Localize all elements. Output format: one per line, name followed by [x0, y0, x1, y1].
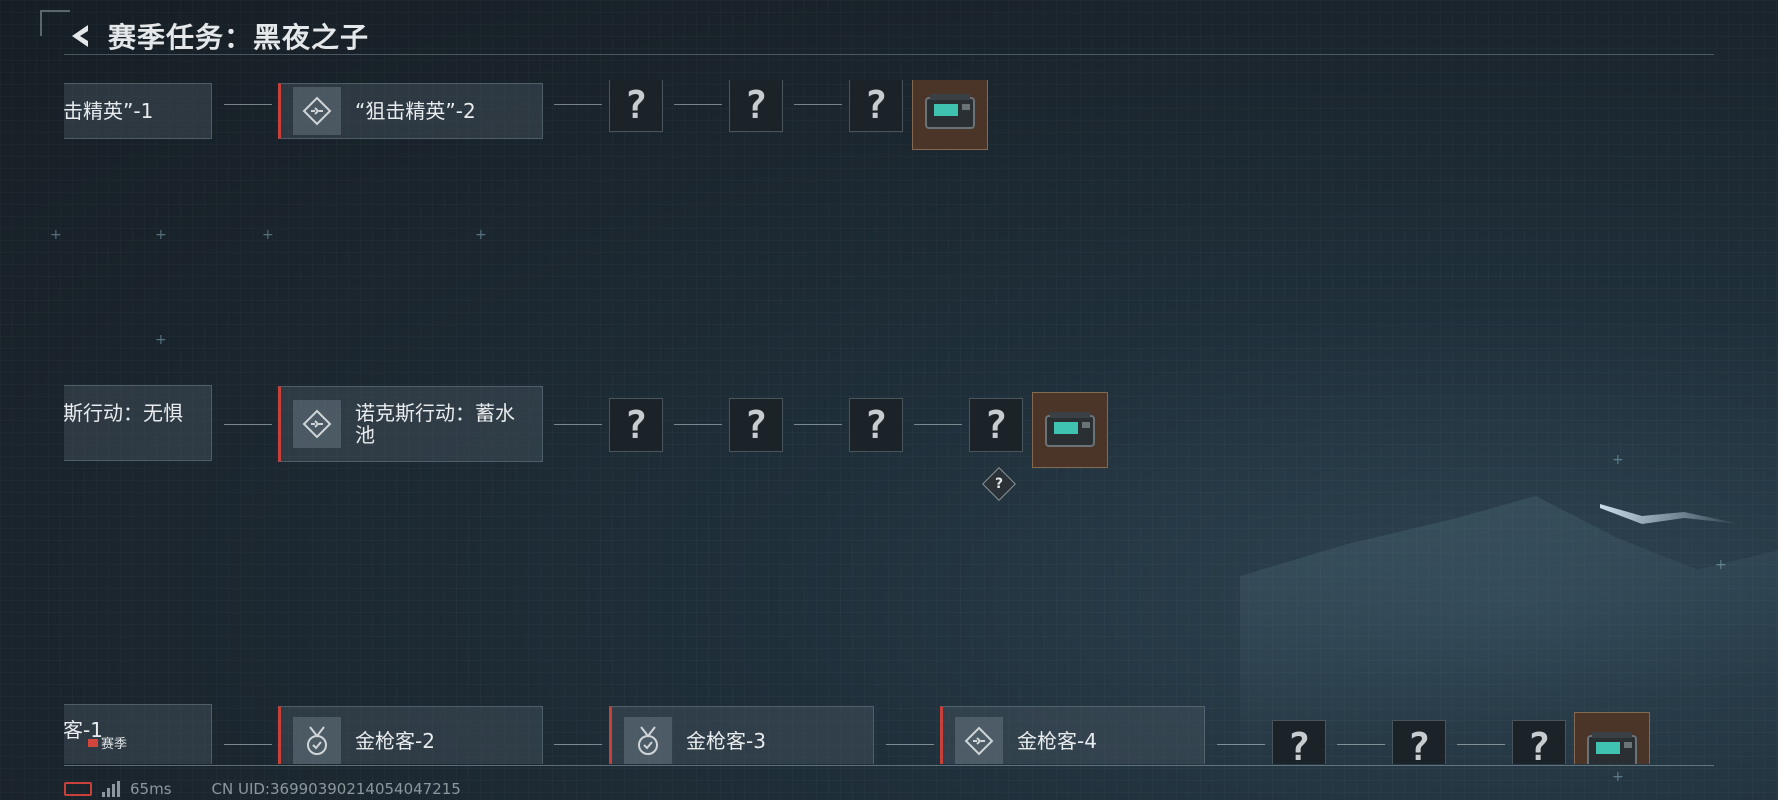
unknown-task-node[interactable]: ? [1392, 720, 1446, 764]
task-card-gunslinger-1[interactable]: 客-1 [64, 704, 212, 764]
task-card-sniper-2[interactable]: “狙击精英”-2 [278, 83, 543, 139]
task-card-sniper-1[interactable]: 击精英”-1 [64, 83, 212, 139]
task-card-nox-reservoir[interactable]: 诺克斯行动：蓄水池 [278, 386, 543, 462]
connector-line [554, 104, 602, 105]
task-card-nox-fearless[interactable]: 斯行动：无惧 [64, 385, 212, 461]
uid-text: CN UID:36990390214054047215 [211, 780, 461, 798]
decor-plus: + [50, 227, 62, 243]
task-label: 斯行动：无惧 [64, 401, 183, 425]
diamond-arrows-icon [955, 717, 1003, 764]
ping-text: 65ms [130, 780, 172, 798]
task-label: 金枪客-4 [1017, 729, 1097, 753]
connector-line [1457, 744, 1505, 745]
status-bar: 65ms CN UID:36990390214054047215 [64, 780, 461, 798]
decor-plus: + [1715, 557, 1727, 573]
medal-icon [293, 717, 341, 764]
connector-line [886, 744, 934, 745]
unknown-task-node[interactable]: ? [969, 398, 1023, 452]
diamond-arrows-icon [293, 87, 341, 135]
page-title: 赛季任务：黑夜之子 [108, 21, 370, 54]
back-button[interactable] [64, 19, 98, 53]
medal-icon [624, 717, 672, 764]
unknown-task-node[interactable]: ? [849, 398, 903, 452]
supply-crate-icon [925, 94, 975, 129]
reward-crate[interactable] [1032, 392, 1108, 468]
unknown-task-node[interactable]: ? [609, 398, 663, 452]
season-badge: 赛季 [88, 733, 127, 752]
connector-line [224, 424, 272, 425]
signal-icon [102, 781, 120, 797]
season-dot [88, 738, 98, 747]
connector-line [674, 104, 722, 105]
back-arrow-icon [72, 25, 88, 47]
connector-line [224, 744, 272, 745]
task-card-gunslinger-3[interactable]: 金枪客-3 [609, 706, 874, 764]
header-divider [64, 54, 1714, 55]
season-badge-label: 赛季 [101, 737, 128, 752]
unknown-task-node[interactable]: ? [1512, 720, 1566, 764]
supply-crate-icon [1045, 412, 1095, 447]
battery-icon [64, 782, 92, 796]
task-label: “狙击精英”-2 [355, 99, 476, 123]
task-label: 诺克斯行动：蓄水池 [355, 401, 515, 447]
task-card-gunslinger-4[interactable]: 金枪客-4 [940, 706, 1205, 764]
unknown-task-node[interactable]: ? [729, 398, 783, 452]
supply-crate-icon [1587, 732, 1637, 764]
connector-line [794, 104, 842, 105]
reward-crate[interactable] [912, 80, 988, 150]
connector-line [1337, 744, 1385, 745]
reward-crate[interactable] [1574, 712, 1650, 764]
task-label: 金枪客-2 [355, 729, 435, 753]
connector-line [554, 424, 602, 425]
connector-line [224, 104, 272, 105]
connector-line [1217, 744, 1265, 745]
decor-plus: + [1612, 769, 1624, 785]
diamond-arrows-icon [293, 400, 341, 448]
task-label: 金枪客-3 [686, 729, 766, 753]
hidden-branch-marker[interactable]: ? [982, 467, 1016, 501]
task-card-gunslinger-2[interactable]: 金枪客-2 [278, 706, 543, 764]
unknown-task-node[interactable]: ? [1272, 720, 1326, 764]
footer-divider [64, 765, 1714, 766]
connector-line [794, 424, 842, 425]
task-tree: 击精英”-1 “狙击精英”-2 ? ? ? 斯行动：无惧 诺克斯行动：蓄水池 ?… [64, 80, 1714, 764]
task-label: 击精英”-1 [64, 99, 154, 123]
connector-line [554, 744, 602, 745]
connector-line [914, 424, 962, 425]
unknown-task-node[interactable]: ? [849, 80, 903, 132]
header: 赛季任务：黑夜之子 [64, 16, 369, 56]
unknown-task-node[interactable]: ? [609, 80, 663, 132]
unknown-task-node[interactable]: ? [729, 80, 783, 132]
connector-line [674, 424, 722, 425]
hidden-branch-label: ? [994, 476, 1004, 492]
